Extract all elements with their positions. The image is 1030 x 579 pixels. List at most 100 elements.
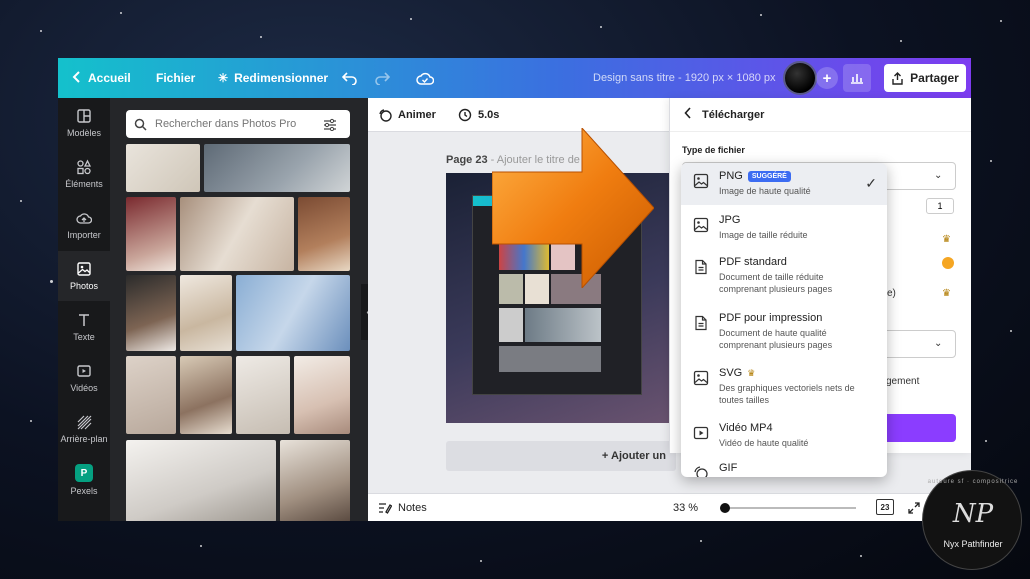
file-label: Fichier: [156, 71, 196, 85]
photo-thumbnail[interactable]: [294, 356, 350, 434]
option-checkbox-label[interactable]: gement: [886, 376, 919, 387]
zoom-slider-handle[interactable]: [720, 503, 730, 513]
image-icon: [77, 262, 91, 276]
document-icon: [695, 259, 707, 275]
share-label: Partager: [910, 71, 959, 85]
filter-icon[interactable]: [323, 118, 337, 131]
rail-item-templates[interactable]: Modèles: [58, 98, 110, 148]
rail-item-elements[interactable]: Éléments: [58, 149, 110, 199]
rail-item-photos[interactable]: Photos: [58, 251, 110, 301]
document-icon: [695, 315, 707, 331]
rail-item-label: Texte: [73, 332, 95, 342]
notes-button[interactable]: Notes: [378, 494, 427, 521]
undo-icon: [342, 72, 357, 85]
zoom-slider-track[interactable]: [726, 507, 856, 509]
author-logo: auteure sf · compositrice NP Nyx Pathfin…: [922, 470, 1022, 570]
add-collaborator-button[interactable]: +: [816, 67, 838, 89]
avatar[interactable]: [783, 61, 817, 95]
image-icon: [693, 370, 709, 386]
rail-item-upload[interactable]: Importer: [58, 200, 110, 250]
text-icon: [79, 314, 89, 326]
option-description: Vidéo de haute qualité: [719, 438, 809, 448]
chevron-down-icon: ⌄: [934, 338, 943, 349]
redo-button[interactable]: [374, 58, 390, 98]
add-page-button[interactable]: + Ajouter un: [446, 441, 676, 471]
file-type-option-svg[interactable]: SVG ♛ Des graphiques vectoriels nets de to…: [681, 360, 887, 412]
photo-thumbnail[interactable]: [180, 197, 294, 271]
option-description: Document de taille réduite: [719, 272, 824, 282]
file-type-option-mp4[interactable]: Vidéo MP4 Vidéo de haute qualité: [681, 415, 887, 455]
file-type-option-png[interactable]: PNG SUGGÉRÉ Image de haute qualité ✓: [681, 163, 887, 205]
rail-item-text[interactable]: Texte: [58, 302, 110, 352]
rail-item-label: Modèles: [66, 128, 102, 138]
photo-thumbnail[interactable]: [126, 144, 200, 192]
file-menu-button[interactable]: Fichier: [156, 58, 195, 98]
tutorial-arrow-icon: [492, 128, 654, 288]
preview-photo: [525, 308, 601, 342]
zoom-value[interactable]: 33 %: [673, 494, 698, 521]
chevron-down-icon: ⌄: [934, 170, 943, 181]
file-type-option-gif[interactable]: GIF: [681, 455, 887, 477]
preview-photo: [499, 346, 601, 372]
top-bar: Accueil Fichier ✳ Redimensionner Design …: [58, 58, 971, 98]
option-name: Vidéo MP4: [719, 422, 773, 434]
option-description: Image de taille réduite: [719, 230, 808, 240]
document-title[interactable]: Design sans titre - 1920 px × 1080 px: [593, 58, 776, 98]
undo-button[interactable]: [342, 58, 358, 98]
rail-item-pexels[interactable]: P Pexels: [58, 455, 110, 505]
photo-thumbnail[interactable]: [298, 197, 350, 271]
file-type-dropdown: PNG SUGGÉRÉ Image de haute qualité ✓ JPG …: [681, 163, 887, 477]
home-button[interactable]: Accueil: [72, 58, 131, 98]
photo-thumbnail[interactable]: [126, 197, 176, 271]
photo-thumbnail[interactable]: [236, 275, 350, 351]
search-box[interactable]: [126, 110, 350, 138]
download-button[interactable]: [882, 414, 956, 442]
rail-item-videos[interactable]: Vidéos: [58, 353, 110, 403]
share-button[interactable]: Partager: [884, 64, 966, 92]
photo-thumbnail[interactable]: [126, 275, 176, 351]
sparkle-icon: ✳: [218, 71, 229, 85]
photo-thumbnail[interactable]: [126, 440, 276, 521]
search-input[interactable]: [155, 118, 315, 130]
photo-thumbnail[interactable]: [180, 275, 232, 351]
plus-icon: +: [822, 69, 832, 87]
page-count-button[interactable]: 23: [876, 499, 894, 515]
notes-label: Notes: [398, 502, 427, 514]
pexels-icon: P: [75, 464, 93, 482]
download-title: Télécharger: [702, 108, 765, 121]
fullscreen-button[interactable]: [908, 494, 920, 521]
bottom-bar: Notes 33 % 23: [368, 493, 971, 521]
resize-button[interactable]: ✳ Redimensionner: [218, 58, 328, 98]
file-type-option-pdf-print[interactable]: PDF pour impression Document de haute qu…: [681, 305, 887, 357]
notes-icon: [379, 503, 392, 514]
option-description: Image de haute qualité: [719, 186, 811, 196]
photo-thumbnail[interactable]: [280, 440, 350, 521]
size-input[interactable]: 1: [926, 198, 954, 214]
option-description: comprenant plusieurs pages: [719, 284, 833, 294]
rail-item-label: Photos: [69, 281, 99, 291]
photo-thumbnail[interactable]: [180, 356, 232, 434]
preview-photo: [499, 308, 523, 342]
animate-button[interactable]: Animer: [378, 98, 436, 132]
insights-button[interactable]: [843, 64, 871, 92]
cloud-upload-icon: [76, 213, 92, 224]
pro-badge-icon: [942, 257, 954, 269]
save-status-button[interactable]: [416, 58, 434, 98]
download-header: Télécharger: [670, 98, 971, 132]
file-type-option-jpg[interactable]: JPG Image de taille réduite: [681, 207, 887, 247]
duration-label: 5.0s: [478, 109, 500, 121]
duration-button[interactable]: 5.0s: [458, 98, 499, 132]
side-rail: Modèles Éléments Importer Photos Texte V…: [58, 98, 110, 521]
rail-item-background[interactable]: Arrière-plan: [58, 404, 110, 454]
option-text-partial: e): [887, 288, 896, 299]
back-chevron-icon[interactable]: [684, 107, 692, 122]
photo-thumbnail[interactable]: [236, 356, 290, 434]
photo-thumbnail[interactable]: [126, 356, 176, 434]
option-name: JPG: [719, 214, 741, 226]
share-icon: [892, 71, 903, 85]
layout-icon: [77, 109, 91, 123]
crown-icon: ♛: [942, 288, 951, 299]
photo-thumbnail[interactable]: [204, 144, 350, 192]
option-name: SVG: [719, 367, 743, 379]
file-type-option-pdf-standard[interactable]: PDF standard Document de taille réduite c…: [681, 249, 887, 301]
